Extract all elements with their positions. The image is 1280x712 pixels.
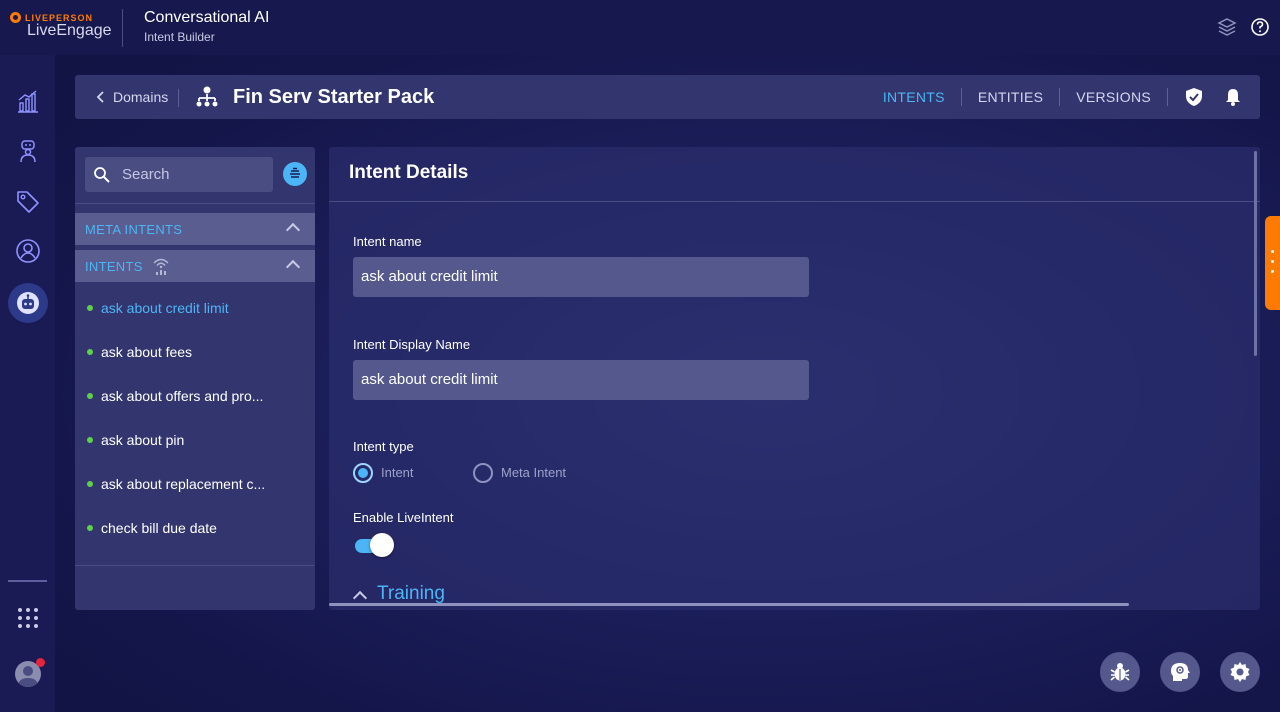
side-drawer-handle[interactable]: [1265, 216, 1280, 310]
meta-intents-section[interactable]: META INTENTS: [75, 213, 315, 245]
intent-list-item[interactable]: ask about offers and pro...: [75, 375, 315, 419]
bell-icon[interactable]: [1224, 87, 1242, 107]
filter-button[interactable]: [283, 162, 307, 186]
tab-intents[interactable]: INTENTS: [867, 88, 962, 106]
meta-intents-label: META INTENTS: [85, 222, 183, 237]
radio-intent-label: Intent: [381, 465, 414, 480]
domain-header: Domains Fin Serv Starter Pack INTENTS EN…: [75, 75, 1260, 119]
domain-tabs: INTENTS ENTITIES VERSIONS: [867, 75, 1260, 119]
bug-icon: [1110, 663, 1130, 681]
breadcrumb-divider: [178, 89, 179, 107]
tags-icon[interactable]: [15, 188, 41, 214]
radio-meta-intent[interactable]: [473, 463, 493, 483]
enable-liveintent-label: Enable LiveIntent: [353, 510, 454, 525]
search-placeholder: Search: [122, 166, 170, 183]
intent-details-panel: Intent Details Intent name ask about cre…: [329, 147, 1260, 610]
handle-dot: [1271, 250, 1274, 253]
top-bar: LIVEPERSON LiveEngage Conversational AI …: [0, 0, 1280, 55]
liveperson-logo[interactable]: LIVEPERSON LiveEngage: [10, 12, 112, 40]
intent-list-item[interactable]: check bill due date: [75, 507, 315, 551]
notification-dot: [36, 658, 45, 667]
status-dot: [87, 525, 93, 531]
liveperson-sun-icon: [10, 12, 21, 23]
chevron-left-icon: [96, 91, 104, 103]
app-title: Conversational AI: [144, 9, 270, 26]
intent-name-field[interactable]: ask about credit limit: [353, 257, 809, 297]
shield-icon[interactable]: [1184, 87, 1204, 107]
sidebar-divider: [75, 203, 315, 204]
sidebar-bottom-divider: [75, 565, 315, 566]
back-label: Domains: [113, 89, 169, 105]
bot-builder-icon[interactable]: [15, 138, 41, 164]
help-icon[interactable]: [1250, 17, 1270, 37]
search-icon: [94, 167, 110, 183]
horizontal-scrollbar[interactable]: [329, 603, 1129, 606]
intent-list-item[interactable]: ask about pin: [75, 419, 315, 463]
status-dot: [87, 349, 93, 355]
display-name-label: Intent Display Name: [353, 337, 471, 352]
user-icon[interactable]: [15, 238, 41, 264]
tab-entities[interactable]: ENTITIES: [962, 88, 1061, 106]
intents-sidebar: Search META INTENTS INTENTS ask about cr…: [75, 147, 315, 610]
intent-item-label: ask about fees: [101, 344, 193, 360]
back-to-domains-link[interactable]: Domains: [95, 89, 168, 105]
intent-item-label: ask about offers and pro...: [101, 388, 264, 404]
intent-item-label: ask about credit limit: [101, 300, 229, 316]
intent-name-label: Intent name: [353, 234, 422, 249]
logo-divider: [122, 9, 123, 47]
left-nav-rail: [0, 55, 55, 712]
intent-list-item[interactable]: ask about replacement c...: [75, 463, 315, 507]
radio-intent[interactable]: [353, 463, 373, 483]
intent-item-label: check bill due date: [101, 520, 217, 536]
logo-brand-text: LIVEPERSON: [25, 12, 94, 23]
radio-meta-intent-label: Meta Intent: [501, 465, 567, 480]
app-subtitle: Intent Builder: [144, 30, 215, 44]
intents-label: INTENTS: [85, 259, 143, 274]
signal-strength-icon: [153, 258, 169, 275]
filter-lines-icon: [290, 167, 300, 178]
chevron-up-icon[interactable]: [285, 259, 301, 275]
analytics-icon[interactable]: [15, 88, 41, 114]
tab-versions[interactable]: VERSIONS: [1060, 88, 1168, 106]
domain-title: Fin Serv Starter Pack: [233, 86, 435, 108]
chevron-up-icon[interactable]: [285, 222, 301, 238]
apps-grid-icon[interactable]: [15, 605, 41, 631]
title-divider: [329, 201, 1260, 202]
intent-name-value: ask about credit limit: [361, 268, 498, 285]
intent-list-item[interactable]: ask about credit limit: [75, 287, 315, 331]
debug-button[interactable]: [1100, 652, 1140, 692]
intent-item-label: ask about pin: [101, 432, 185, 448]
handle-dot: [1271, 270, 1274, 273]
vertical-scrollbar[interactable]: [1254, 151, 1257, 356]
intent-list-item[interactable]: ask about fees: [75, 331, 315, 375]
head-gear-icon: [1171, 663, 1190, 681]
display-name-field[interactable]: ask about credit limit: [353, 360, 809, 400]
logo-product-text: LiveEngage: [27, 22, 112, 39]
training-section-header[interactable]: Training: [377, 583, 445, 605]
display-name-value: ask about credit limit: [361, 371, 498, 388]
domain-hierarchy-icon: [196, 86, 218, 107]
intents-section[interactable]: INTENTS: [75, 250, 315, 282]
status-dot: [87, 481, 93, 487]
intent-builder-icon[interactable]: [15, 290, 41, 316]
status-dot: [87, 393, 93, 399]
status-dot: [87, 437, 93, 443]
rail-divider: [8, 580, 47, 582]
ai-assist-button[interactable]: [1160, 652, 1200, 692]
gear-icon: [1230, 662, 1250, 682]
layers-icon[interactable]: [1217, 17, 1237, 37]
status-dot: [87, 305, 93, 311]
page-title: Intent Details: [349, 162, 469, 183]
handle-dot: [1271, 260, 1274, 263]
intent-type-label: Intent type: [353, 439, 414, 454]
search-input[interactable]: Search: [85, 157, 273, 192]
intent-item-label: ask about replacement c...: [101, 476, 266, 492]
settings-button[interactable]: [1220, 652, 1260, 692]
liveintent-toggle-knob[interactable]: [370, 533, 394, 557]
